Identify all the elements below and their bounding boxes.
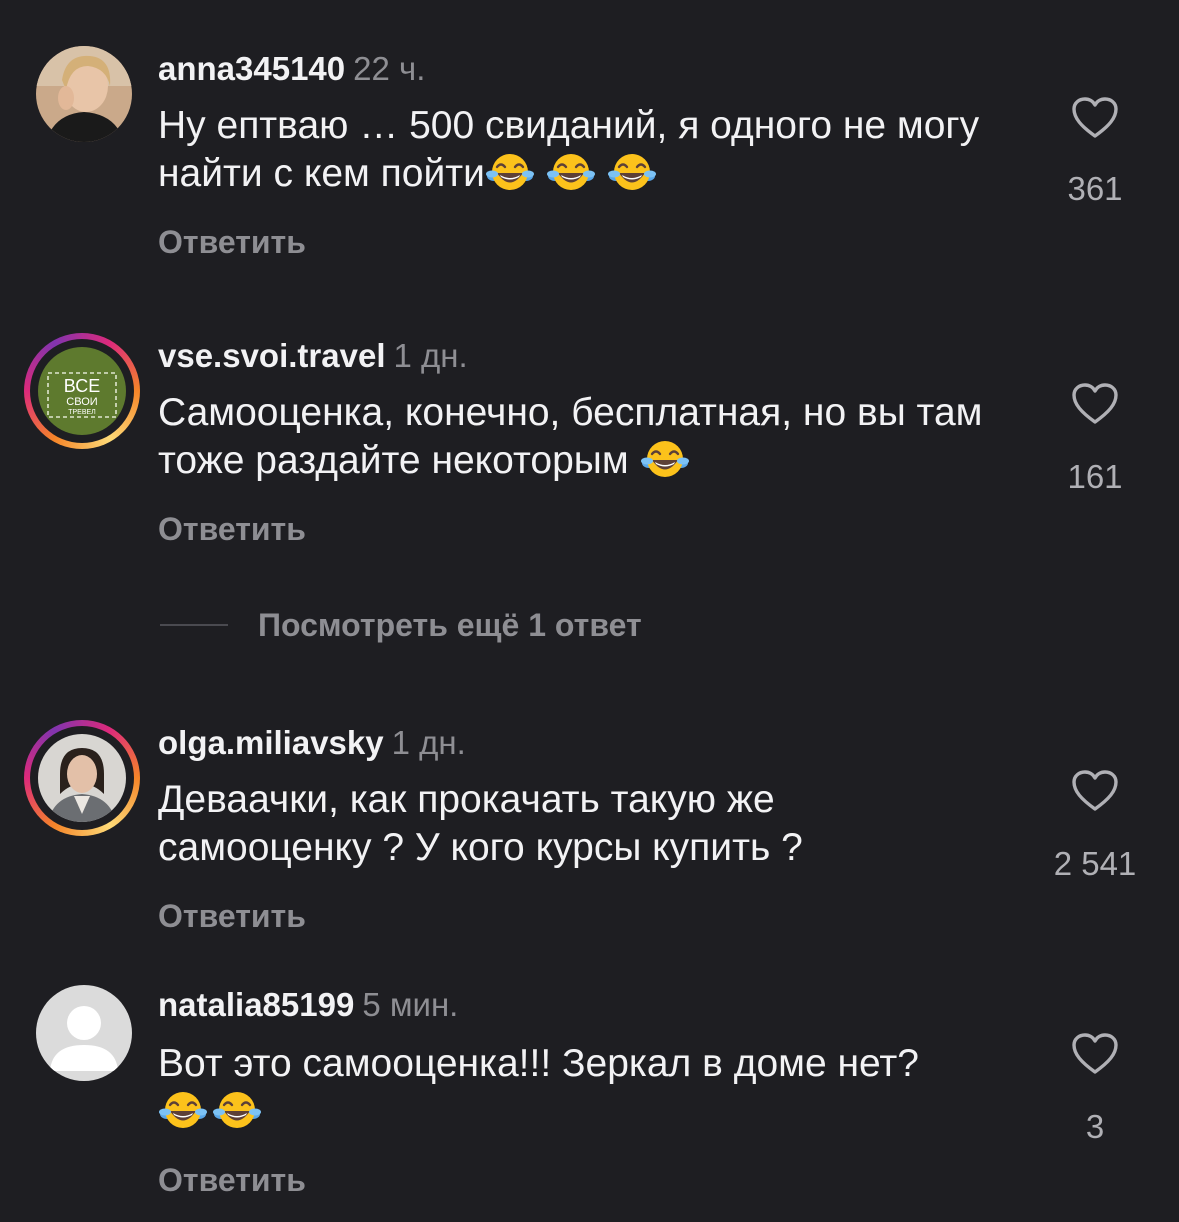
heart-icon[interactable]: [1071, 382, 1119, 426]
username[interactable]: vse.svoi.travel: [158, 337, 386, 374]
username[interactable]: olga.miliavsky: [158, 724, 384, 761]
comment-text: Вот это самооценка!!! Зеркал в доме нет?: [158, 1042, 919, 1085]
avatar[interactable]: [36, 46, 132, 142]
avatar[interactable]: [36, 985, 132, 1081]
face-with-tears-of-joy-icon: [607, 152, 657, 192]
avatar[interactable]: ВСЕ СВОИ ТРЕВЕЛ: [38, 347, 126, 435]
comment-text-wrapper: Деваачки, как прокачать такую же самооце…: [158, 776, 918, 872]
like-count: 361: [1067, 170, 1123, 207]
view-more-replies-button[interactable]: Посмотреть ещё 1 ответ: [160, 603, 642, 647]
heart-icon[interactable]: [1071, 96, 1119, 140]
like-count: 161: [1067, 458, 1123, 495]
comment-text: Самооценка, конечно, бесплатная, но вы т…: [158, 391, 983, 482]
username[interactable]: natalia85199: [158, 986, 354, 1023]
svg-text:ТРЕВЕЛ: ТРЕВЕЛ: [68, 409, 96, 416]
reply-button[interactable]: Ответить: [158, 511, 306, 548]
reply-button[interactable]: Ответить: [158, 898, 306, 935]
timestamp: 22 ч.: [353, 50, 426, 87]
like-count: 2 541: [1053, 845, 1137, 882]
face-with-tears-of-joy-icon: [640, 439, 690, 479]
comment-text-wrapper: Ну ептваю … 500 свиданий, я одного не мо…: [158, 102, 1038, 198]
story-ring[interactable]: [24, 720, 140, 836]
story-ring[interactable]: ВСЕ СВОИ ТРЕВЕЛ: [24, 333, 140, 449]
face-with-tears-of-joy-icon: [485, 152, 535, 192]
timestamp: 5 мин.: [362, 986, 459, 1023]
face-with-tears-of-joy-icon: [546, 152, 596, 192]
avatar[interactable]: [38, 734, 126, 822]
face-with-tears-of-joy-icon: [212, 1090, 262, 1130]
comments-list: anna345140 22 ч. Ну ептваю … 500 свиданий…: [0, 0, 1179, 1222]
svg-text:ВСЕ: ВСЕ: [64, 376, 100, 396]
emoji-row: [158, 1088, 1038, 1136]
reply-button[interactable]: Ответить: [158, 1162, 306, 1199]
view-more-label: Посмотреть ещё 1 ответ: [258, 606, 642, 643]
username[interactable]: anna345140: [158, 50, 345, 87]
heart-icon[interactable]: [1071, 1032, 1119, 1076]
divider: [160, 624, 228, 626]
reply-button[interactable]: Ответить: [158, 224, 306, 261]
comment-text: Деваачки, как прокачать такую же самооце…: [158, 778, 803, 869]
comment-text-wrapper: Вот это самооценка!!! Зеркал в доме нет?: [158, 1040, 1038, 1136]
comment-text-wrapper: Самооценка, конечно, бесплатная, но вы т…: [158, 389, 1038, 485]
like-count: 3: [1085, 1108, 1105, 1145]
timestamp: 1 дн.: [393, 337, 468, 374]
heart-icon[interactable]: [1071, 769, 1119, 813]
svg-text:СВОИ: СВОИ: [66, 396, 97, 408]
timestamp: 1 дн.: [391, 724, 466, 761]
face-with-tears-of-joy-icon: [158, 1090, 208, 1130]
